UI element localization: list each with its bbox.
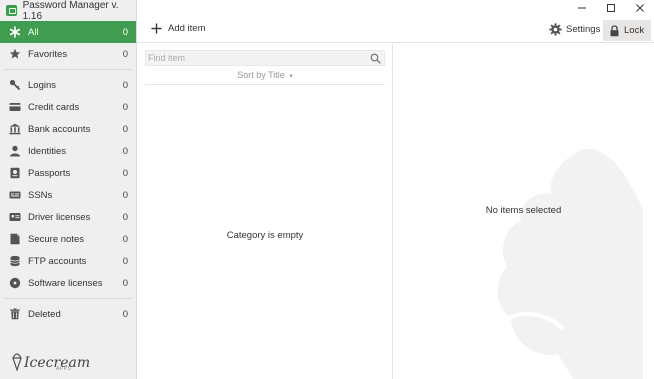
sidebar-item-label: Passports — [28, 167, 71, 179]
sidebar-divider — [4, 298, 132, 299]
sidebar-item-label: Logins — [28, 79, 56, 91]
sidebar-item-count: 0 — [122, 233, 128, 245]
brand-sub: APPS — [56, 366, 72, 372]
minimize-button[interactable] — [568, 0, 596, 16]
empty-category-message: Category is empty — [226, 230, 304, 241]
lock-icon — [610, 24, 619, 36]
sidebar-item-count: 0 — [122, 26, 128, 38]
ice-cream-icon — [12, 353, 22, 371]
sidebar-item-label: Software licenses — [28, 277, 103, 289]
trash-icon — [8, 307, 22, 321]
sidebar-item-passports[interactable]: Passports 0 — [0, 162, 136, 184]
sidebar-item-label: Bank accounts — [28, 123, 91, 135]
item-list-panel: Sort by Title ▾ Category is empty — [137, 44, 393, 379]
sidebar-item-count: 0 — [122, 48, 128, 60]
add-item-button[interactable]: Add item — [151, 23, 206, 34]
lock-label: Lock — [624, 25, 645, 36]
sidebar-item-label: FTP accounts — [28, 255, 87, 267]
minimize-icon — [578, 7, 586, 9]
note-icon — [8, 232, 22, 246]
sidebar-item-all[interactable]: All 0 — [0, 21, 136, 43]
sidebar-item-label: SSNs — [28, 189, 53, 201]
settings-button[interactable]: Settings — [549, 23, 600, 36]
sidebar-item-driver-licenses[interactable]: Driver licenses 0 — [0, 206, 136, 228]
passport-icon — [8, 166, 22, 180]
sidebar-item-deleted[interactable]: Deleted 0 — [0, 303, 136, 325]
sidebar-item-label: Driver licenses — [28, 211, 91, 223]
sidebar-item-label: All — [28, 26, 39, 38]
sidebar: Password Manager v. 1.16 All 0 Favorites… — [0, 0, 137, 379]
gear-icon — [549, 23, 562, 36]
sidebar-item-label: Secure notes — [28, 233, 84, 245]
sidebar-item-favorites[interactable]: Favorites 0 — [0, 43, 136, 65]
credit-card-icon — [8, 100, 22, 114]
brand-logo: Icecream APPS — [10, 349, 90, 372]
search-input[interactable] — [146, 51, 368, 65]
ssn-card-icon — [8, 188, 22, 202]
database-icon — [8, 254, 22, 268]
sort-label: Sort by Title — [237, 70, 285, 80]
bank-icon — [8, 122, 22, 136]
sidebar-item-software-licenses[interactable]: Software licenses 0 — [0, 272, 136, 294]
sidebar-item-credit-cards[interactable]: Credit cards 0 — [0, 96, 136, 118]
title-bar: Password Manager v. 1.16 — [0, 0, 136, 22]
sidebar-item-count: 0 — [122, 145, 128, 157]
sidebar-item-ssns[interactable]: SSNs 0 — [0, 184, 136, 206]
disc-icon — [8, 276, 22, 290]
close-icon — [636, 4, 644, 12]
maximize-icon — [607, 4, 615, 12]
sidebar-item-identities[interactable]: Identities 0 — [0, 140, 136, 162]
app-title: Password Manager v. 1.16 — [22, 0, 119, 22]
sort-dropdown[interactable]: Sort by Title ▾ — [145, 70, 385, 85]
app-icon — [6, 5, 17, 16]
sidebar-item-bank-accounts[interactable]: Bank accounts 0 — [0, 118, 136, 140]
sidebar-item-label: Favorites — [28, 48, 68, 60]
search-icon[interactable] — [368, 51, 382, 65]
sidebar-divider — [4, 69, 132, 70]
sidebar-item-count: 0 — [122, 79, 128, 91]
sidebar-item-count: 0 — [122, 189, 128, 201]
sidebar-item-count: 0 — [122, 277, 128, 289]
sidebar-item-logins[interactable]: Logins 0 — [0, 74, 136, 96]
sidebar-item-label: Deleted — [28, 308, 61, 320]
sidebar-item-count: 0 — [122, 211, 128, 223]
search-box — [145, 50, 385, 66]
maximize-button[interactable] — [597, 0, 625, 16]
key-icon — [8, 78, 22, 92]
sidebar-item-label: Credit cards — [28, 101, 80, 113]
plus-icon — [151, 23, 162, 34]
no-items-selected-message: No items selected — [485, 205, 562, 216]
lock-button[interactable]: Lock — [603, 20, 651, 41]
close-window-button[interactable] — [626, 0, 654, 16]
chevron-down-icon: ▾ — [289, 73, 293, 80]
sidebar-item-secure-notes[interactable]: Secure notes 0 — [0, 228, 136, 250]
star-icon — [8, 47, 22, 61]
sidebar-item-label: Identities — [28, 145, 67, 157]
ice-cream-watermark-icon — [497, 149, 643, 379]
sidebar-item-count: 0 — [122, 308, 128, 320]
person-icon — [8, 144, 22, 158]
toolbar: Add item Settings Lock — [137, 19, 654, 43]
sidebar-item-ftp-accounts[interactable]: FTP accounts 0 — [0, 250, 136, 272]
settings-label: Settings — [566, 24, 601, 35]
sidebar-item-count: 0 — [122, 101, 128, 113]
license-icon — [8, 210, 22, 224]
sidebar-item-count: 0 — [122, 123, 128, 135]
sidebar-item-count: 0 — [122, 167, 128, 179]
asterisk-icon — [8, 25, 22, 39]
sidebar-item-count: 0 — [122, 255, 128, 267]
detail-panel: No items selected — [393, 44, 654, 379]
add-item-label: Add item — [168, 23, 206, 34]
